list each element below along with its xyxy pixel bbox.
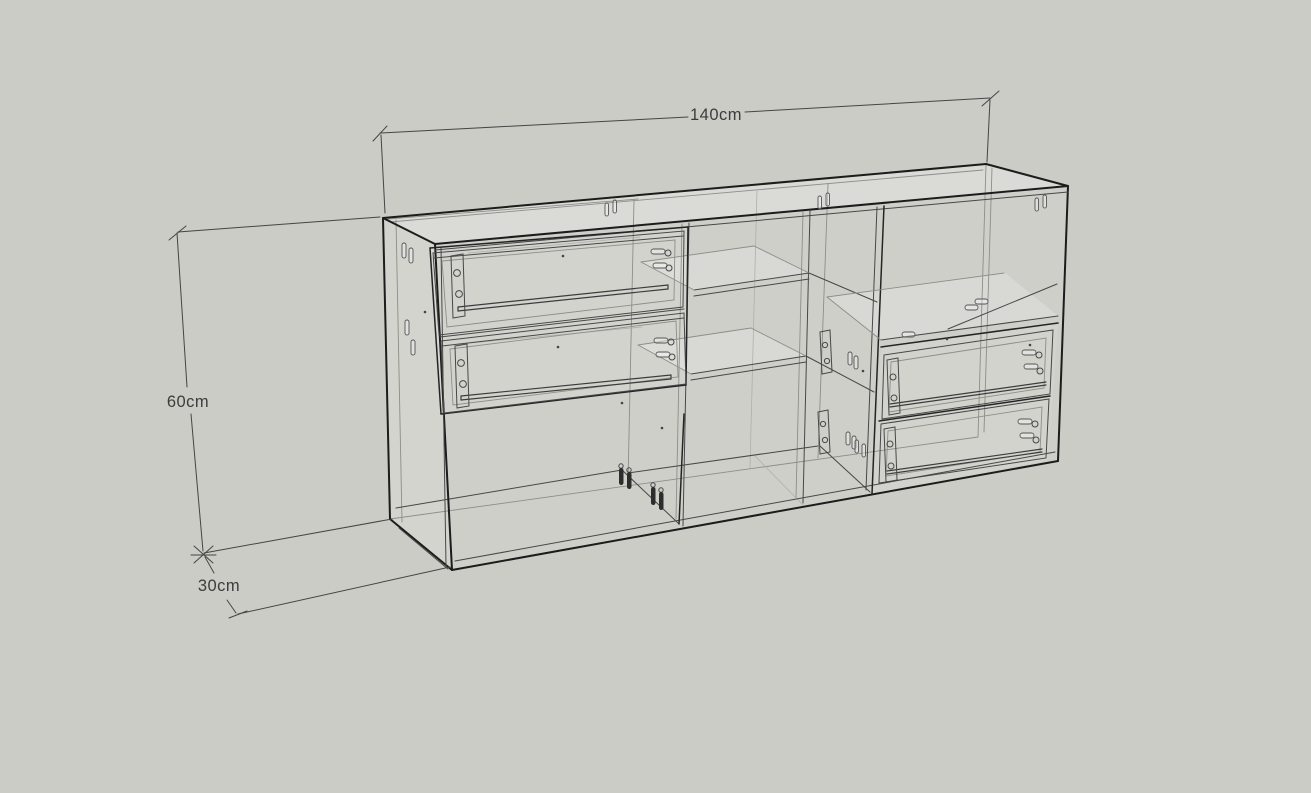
- dimension-height: 60cm: [167, 217, 392, 553]
- cabinet-faces: [383, 164, 1068, 570]
- extension-line: [987, 100, 990, 162]
- hook-fitting: [613, 200, 617, 213]
- hook-fitting: [1043, 195, 1047, 208]
- extension-line: [238, 567, 450, 614]
- extension-line: [381, 135, 385, 213]
- hook-fitting: [1035, 198, 1039, 211]
- height-dimension-label: 60cm: [167, 393, 209, 411]
- width-dimension-label: 140cm: [690, 106, 742, 124]
- drawing-canvas: 140cm 60cm 30cm: [0, 0, 1311, 793]
- hook-fitting: [826, 193, 830, 206]
- dimension-tick: [373, 126, 387, 141]
- extension-line: [178, 217, 380, 232]
- dimension-depth: 30cm: [191, 546, 450, 618]
- wireframe-drawing: 140cm 60cm 30cm: [0, 0, 1311, 793]
- hook-fitting: [605, 203, 609, 216]
- extension-line: [204, 519, 392, 553]
- hook-fitting: [818, 196, 822, 209]
- depth-dimension-label: 30cm: [198, 577, 240, 595]
